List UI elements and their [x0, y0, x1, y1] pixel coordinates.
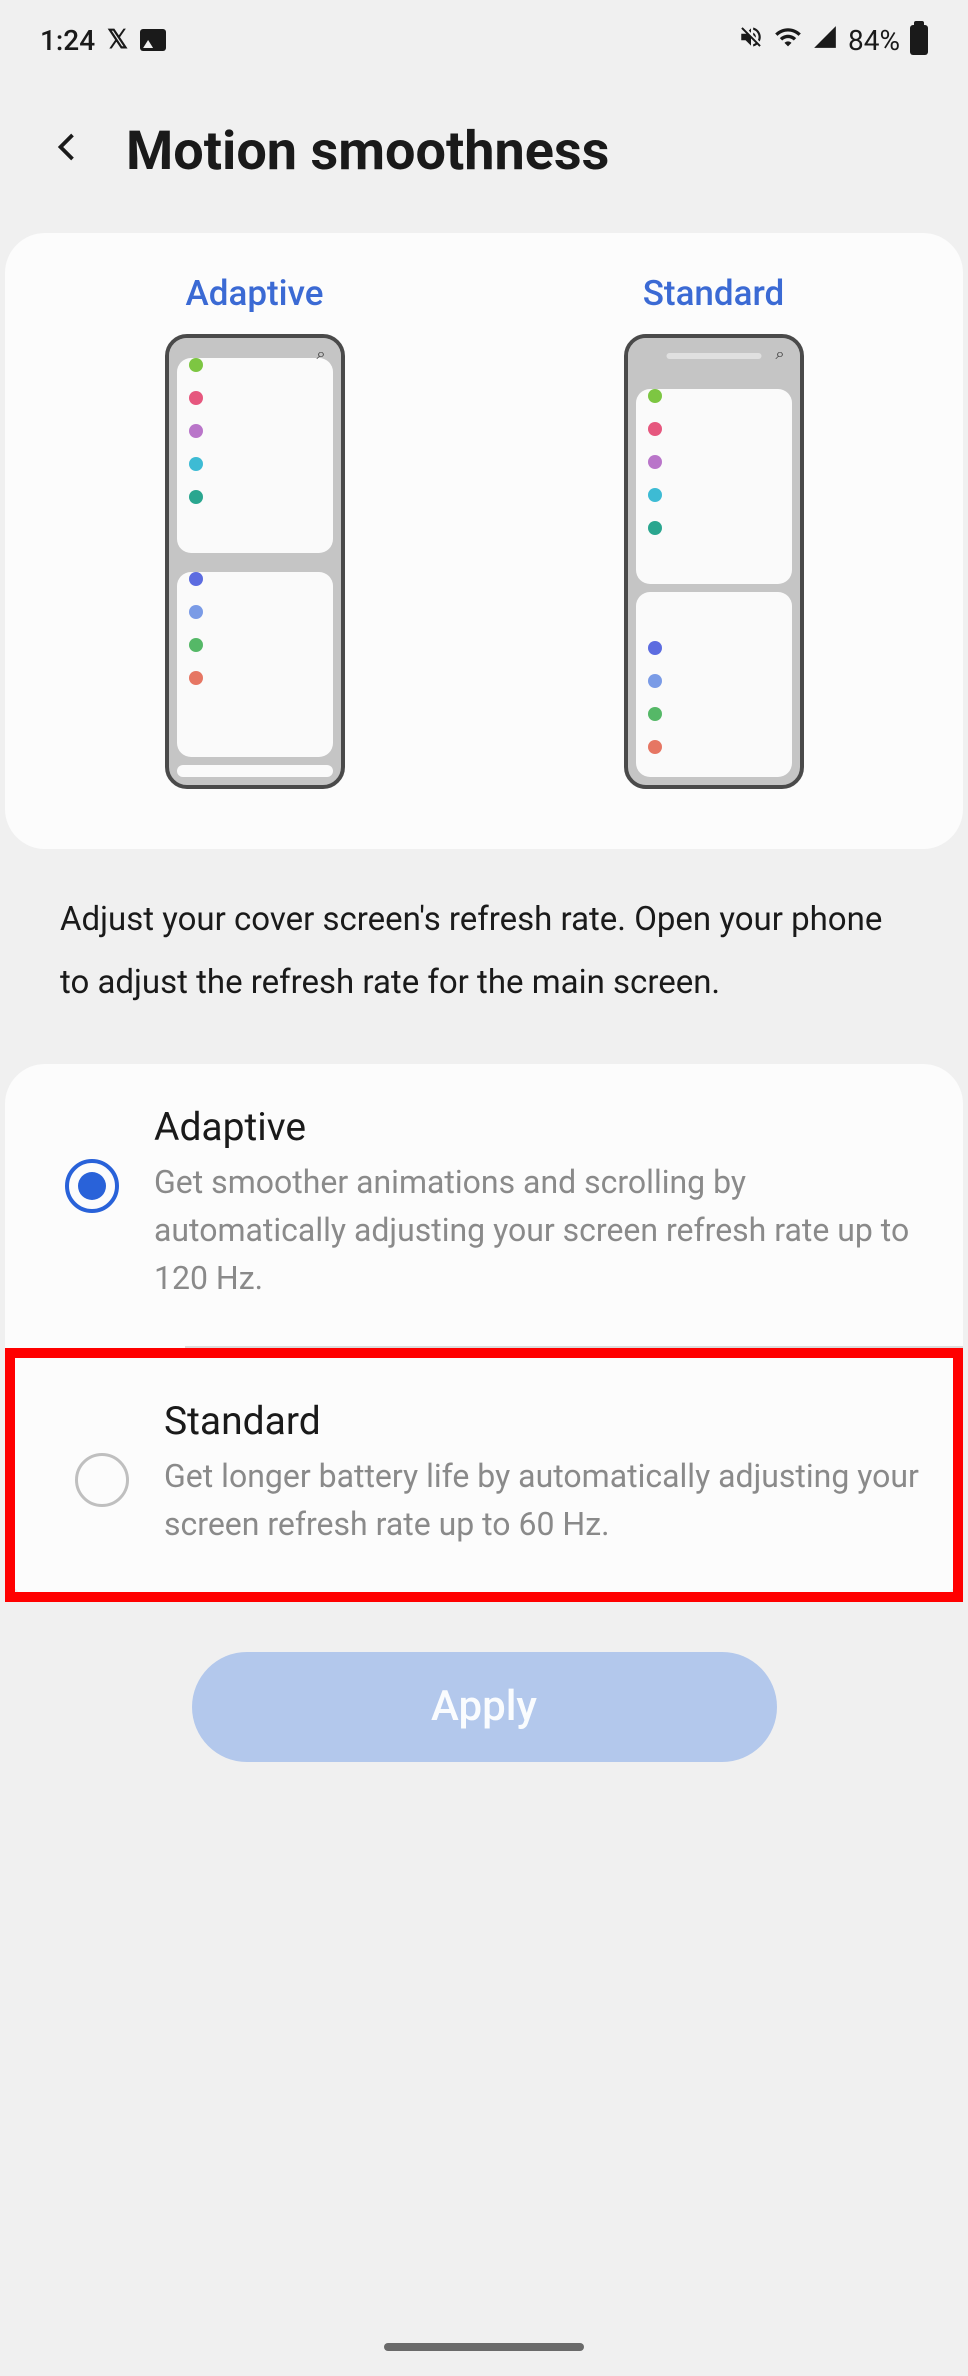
back-icon[interactable]: [50, 127, 86, 176]
header: Motion smoothness: [0, 80, 968, 233]
radio-adaptive[interactable]: [65, 1159, 119, 1213]
option-adaptive[interactable]: Adaptive Get smoother animations and scr…: [5, 1064, 963, 1346]
battery-percent: 84%: [848, 24, 900, 57]
options-card: Adaptive Get smoother animations and scr…: [5, 1064, 963, 1602]
gallery-icon: [140, 29, 166, 51]
preview-label-adaptive: Adaptive: [186, 273, 324, 314]
option-standard-title: Standard: [164, 1398, 923, 1444]
preview-adaptive: Adaptive ⌕: [165, 273, 345, 789]
wifi-icon: [774, 23, 802, 58]
option-adaptive-title: Adaptive: [154, 1104, 933, 1150]
option-standard-desc: Get longer battery life by automatically…: [164, 1452, 923, 1548]
preview-card: Adaptive ⌕: [5, 233, 963, 849]
battery-icon: [910, 25, 928, 55]
nav-bar-handle[interactable]: [384, 2343, 584, 2351]
preview-standard: Standard ⌕: [624, 273, 804, 789]
status-time: 1:24: [40, 24, 95, 57]
search-icon: ⌕: [317, 344, 326, 364]
status-left: 1:24 𝕏: [40, 24, 166, 57]
description-text: Adjust your cover screen's refresh rate.…: [0, 849, 968, 1054]
search-icon: ⌕: [776, 344, 785, 364]
option-standard[interactable]: Standard Get longer battery life by auto…: [5, 1348, 963, 1602]
page-title: Motion smoothness: [126, 120, 609, 183]
mute-icon: [738, 24, 764, 57]
radio-standard[interactable]: [75, 1453, 129, 1507]
phone-preview-adaptive: ⌕: [165, 334, 345, 789]
x-app-icon: 𝕏: [107, 25, 128, 55]
status-right: 84%: [738, 23, 928, 58]
option-adaptive-desc: Get smoother animations and scrolling by…: [154, 1158, 933, 1302]
phone-preview-standard: ⌕: [624, 334, 804, 789]
signal-icon: [812, 24, 838, 57]
apply-button[interactable]: Apply: [192, 1652, 777, 1762]
preview-label-standard: Standard: [643, 273, 785, 314]
status-bar: 1:24 𝕏 84%: [0, 0, 968, 80]
